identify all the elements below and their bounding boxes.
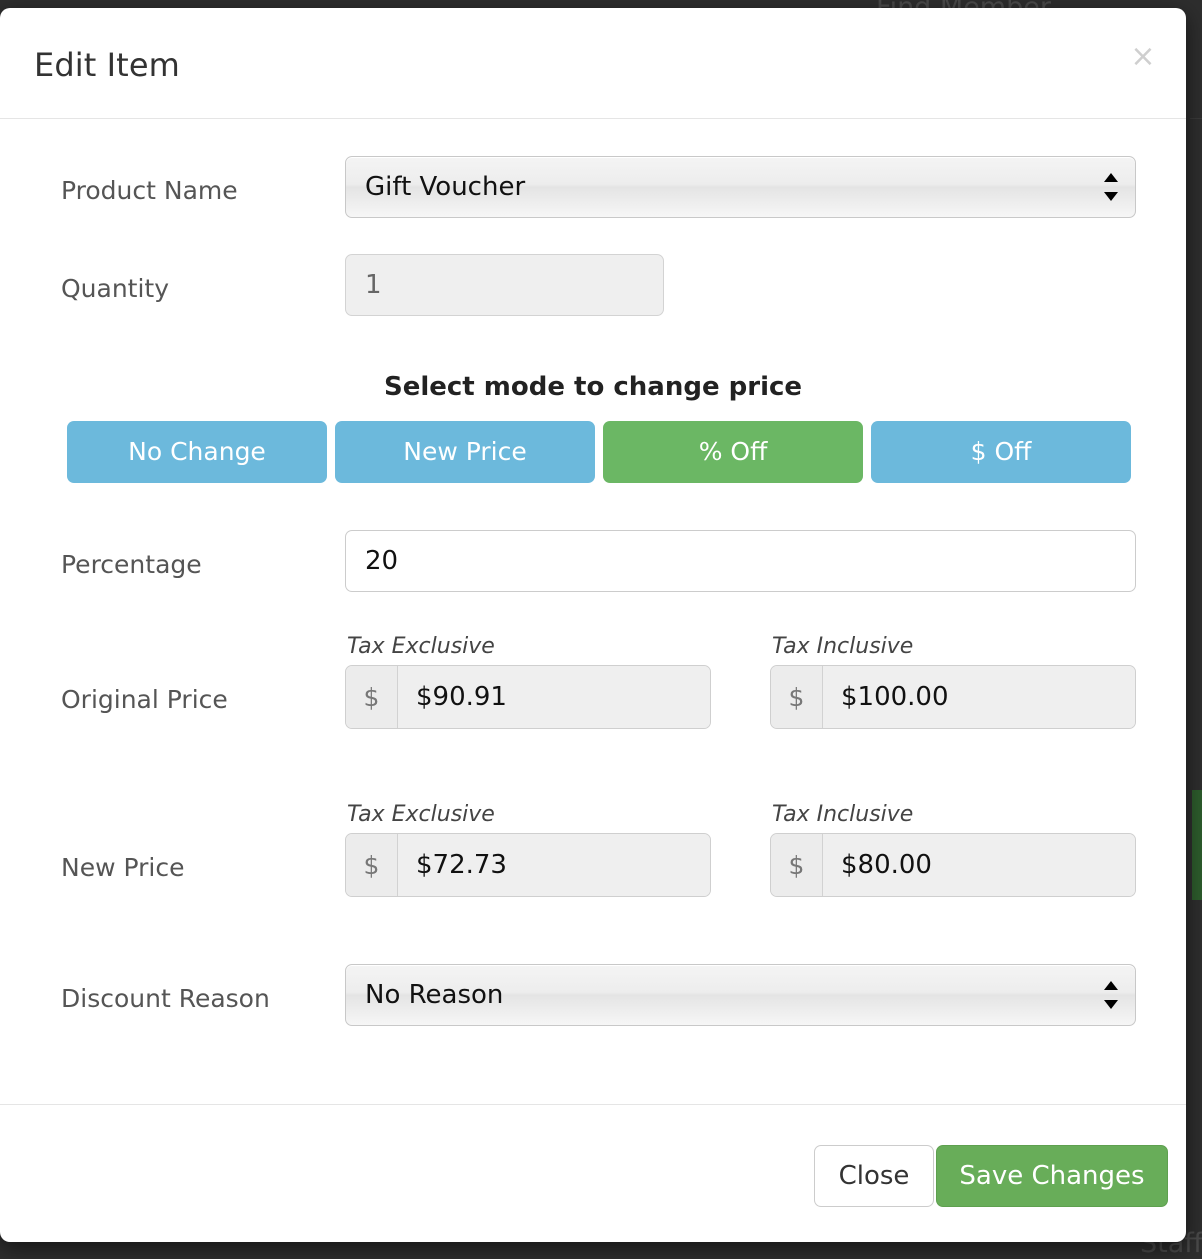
chevron-updown-icon — [1104, 172, 1118, 202]
percentage-input[interactable]: 20 — [345, 530, 1136, 592]
original-price-tax-exclusive-input-group[interactable]: $ $90.91 — [345, 665, 711, 729]
modal-body: Product Name Gift Voucher Quantity 1 Sel… — [0, 119, 1186, 1104]
currency-icon: $ — [771, 666, 823, 728]
quantity-label: Quantity — [61, 274, 169, 303]
close-icon[interactable]: × — [1128, 42, 1158, 72]
discount-reason-value: No Reason — [365, 980, 503, 1010]
backdrop-green-block — [1192, 790, 1202, 900]
percentage-label: Percentage — [61, 550, 202, 579]
discount-reason-label: Discount Reason — [61, 984, 270, 1013]
mode-button-new-price[interactable]: New Price — [335, 421, 595, 483]
mode-button-dollar-off[interactable]: $ Off — [871, 421, 1131, 483]
original-price-tax-exclusive-value[interactable]: $90.91 — [398, 666, 710, 728]
currency-icon: $ — [346, 666, 398, 728]
new-price-tax-exclusive-label: Tax Exclusive — [347, 802, 495, 827]
currency-icon: $ — [346, 834, 398, 896]
quantity-input[interactable]: 1 — [345, 254, 664, 316]
mode-button-no-change[interactable]: No Change — [67, 421, 327, 483]
chevron-updown-icon — [1104, 980, 1118, 1010]
modal-header: Edit Item × — [0, 8, 1186, 119]
original-price-tax-inclusive-value[interactable]: $100.00 — [823, 666, 1135, 728]
mode-title: Select mode to change price — [0, 372, 1186, 402]
product-name-value: Gift Voucher — [365, 172, 525, 202]
discount-reason-select[interactable]: No Reason — [345, 964, 1136, 1026]
new-price-label: New Price — [61, 853, 184, 882]
new-price-tax-exclusive-input-group[interactable]: $ $72.73 — [345, 833, 711, 897]
original-price-tax-exclusive-label: Tax Exclusive — [347, 634, 495, 659]
product-name-select[interactable]: Gift Voucher — [345, 156, 1136, 218]
original-price-tax-inclusive-input-group[interactable]: $ $100.00 — [770, 665, 1136, 729]
original-price-tax-inclusive-label: Tax Inclusive — [772, 634, 913, 659]
original-price-label: Original Price — [61, 685, 228, 714]
mode-button-percent-off[interactable]: % Off — [603, 421, 863, 483]
edit-item-modal: Edit Item × Product Name Gift Voucher Qu… — [0, 8, 1186, 1242]
page-title: Edit Item — [34, 46, 180, 84]
currency-icon: $ — [771, 834, 823, 896]
new-price-tax-exclusive-value[interactable]: $72.73 — [398, 834, 710, 896]
close-button[interactable]: Close — [814, 1145, 934, 1207]
backdrop-divider — [1190, 118, 1202, 119]
save-changes-button[interactable]: Save Changes — [936, 1145, 1168, 1207]
product-name-label: Product Name — [61, 176, 238, 205]
modal-footer: Close Save Changes — [0, 1104, 1186, 1242]
new-price-tax-inclusive-label: Tax Inclusive — [772, 802, 913, 827]
new-price-tax-inclusive-value[interactable]: $80.00 — [823, 834, 1135, 896]
new-price-tax-inclusive-input-group[interactable]: $ $80.00 — [770, 833, 1136, 897]
